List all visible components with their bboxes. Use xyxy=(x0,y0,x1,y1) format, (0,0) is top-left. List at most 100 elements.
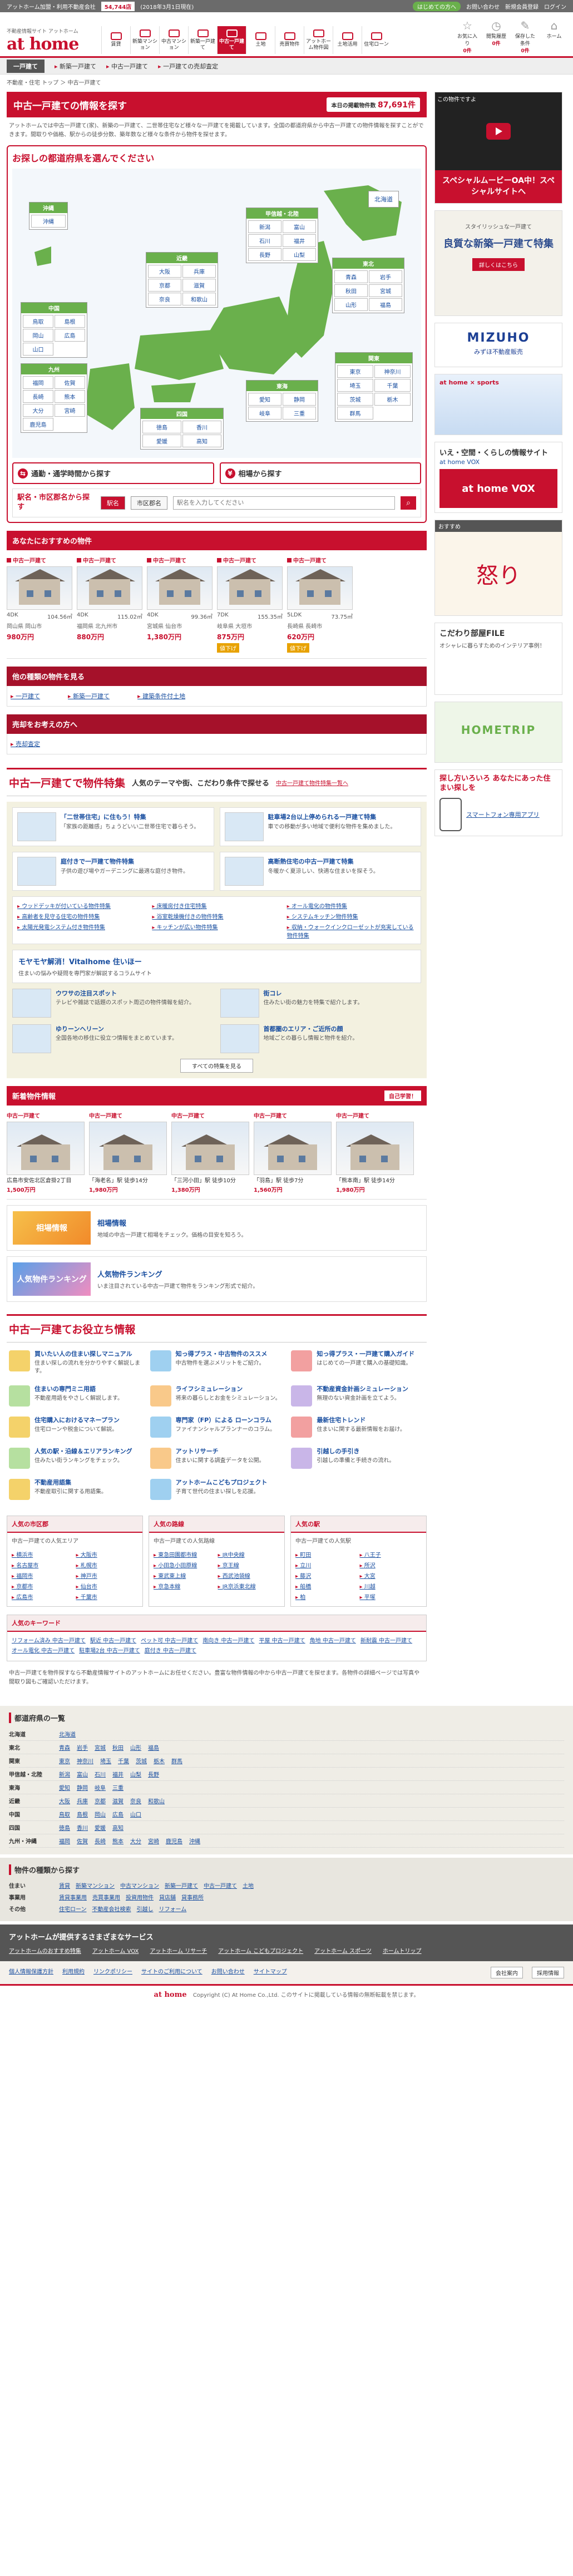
pref-button[interactable]: 東京 xyxy=(337,365,373,378)
pref-button[interactable]: 埼玉 xyxy=(337,379,373,392)
category-link-sell[interactable]: 一戸建ての売却査定 xyxy=(158,62,218,71)
property-photo[interactable] xyxy=(171,1121,249,1175)
pref-button[interactable]: 山形 xyxy=(334,298,368,311)
link-new-house[interactable]: 新築一戸建て xyxy=(68,692,110,700)
type-link[interactable]: 住宅ローン xyxy=(59,1904,87,1913)
feature-tag-0[interactable]: ウッドデッキが付いている物件特集 xyxy=(17,901,146,910)
pref-button[interactable]: 新潟 xyxy=(248,220,281,233)
header-box-2[interactable]: ✎ 保存した条件 0件 xyxy=(513,19,537,54)
pref-link[interactable]: 宮崎 xyxy=(148,1839,159,1845)
header-box-1[interactable]: ◷ 閲覧履歴 0件 xyxy=(484,19,508,54)
keyword-link[interactable]: 平屋 中古一戸建て xyxy=(259,1638,305,1644)
nav-item-0[interactable]: 賃貸 xyxy=(101,26,130,54)
pref-hokkaido[interactable]: 北海道 xyxy=(368,191,399,208)
video-card[interactable]: この物件ですよ スペシャルムービーOA中！スペシャルサイトへ xyxy=(434,92,562,204)
price-search-button[interactable]: ¥ 相場から探す xyxy=(219,462,421,484)
popular-link[interactable]: 大宮 xyxy=(360,1571,422,1580)
logo[interactable]: at home xyxy=(7,34,101,54)
recommend-card-0[interactable]: 中古一戸建て 4DK 104.56㎡ 岡山県 岡山市 980万円 xyxy=(7,556,72,653)
popular-link[interactable]: 京王線 xyxy=(218,1561,280,1569)
footer-link[interactable]: リンクポリシー xyxy=(93,1967,132,1978)
recommend-card-1[interactable]: 中古一戸建て 4DK 115.02㎡ 福岡県 北九州市 880万円 xyxy=(77,556,142,653)
feature-tag-7[interactable]: キッチンが広い物件特集 xyxy=(152,922,281,939)
keyword-link[interactable]: 角地 中古一戸建て xyxy=(310,1638,356,1644)
popular-link[interactable]: 船橋 xyxy=(295,1582,358,1590)
keyword-link[interactable]: 南向き 中古一戸建て xyxy=(202,1638,254,1644)
pref-button[interactable]: 石川 xyxy=(248,234,281,247)
feature-small-1[interactable]: 街コレ 住みたい街の魅力を特集で紹介します。 xyxy=(220,988,422,1018)
info-title[interactable]: 人気の駅・沿線＆エリアランキング xyxy=(34,1448,132,1455)
pref-link[interactable]: 秋田 xyxy=(112,1745,124,1751)
pref-button[interactable]: 愛知 xyxy=(248,393,281,406)
pref-link[interactable]: 広島 xyxy=(112,1812,124,1818)
service-link[interactable]: アットホーム スポーツ xyxy=(314,1946,372,1955)
info-item-6[interactable]: 住宅購入におけるマネープラン 住宅ローンや税金について解説。 xyxy=(9,1417,142,1438)
new-prop-card-1[interactable]: 中古一戸建て 「海老名」駅 徒歩14分 1,980万円 xyxy=(89,1111,167,1193)
category-link-used-house[interactable]: 中古一戸建て xyxy=(106,62,148,71)
pref-button[interactable]: 岡山 xyxy=(23,329,53,342)
pref-button[interactable]: 佐賀 xyxy=(55,376,85,389)
pref-link[interactable]: 愛媛 xyxy=(95,1825,106,1832)
type-link[interactable]: 土地 xyxy=(243,1881,254,1889)
popular-link[interactable]: 八王子 xyxy=(360,1550,422,1558)
pref-button[interactable]: 長崎 xyxy=(23,390,53,403)
popular-link[interactable]: 川越 xyxy=(360,1582,422,1590)
pref-button[interactable]: 福岡 xyxy=(23,376,53,389)
popular-link[interactable]: 町田 xyxy=(295,1550,358,1558)
pref-link[interactable]: 島根 xyxy=(77,1812,88,1818)
play-icon[interactable] xyxy=(486,123,511,140)
popular-link[interactable]: 仙台市 xyxy=(76,1582,139,1590)
type-link[interactable]: 投資用物件 xyxy=(126,1893,154,1901)
pref-link[interactable]: 石川 xyxy=(95,1772,106,1778)
service-link[interactable]: ホームトリップ xyxy=(383,1946,422,1955)
keyword-link[interactable]: 新耐震 中古一戸建て xyxy=(360,1638,412,1644)
type-link[interactable]: 中古一戸建て xyxy=(204,1881,237,1889)
keyword-link[interactable]: ペット可 中古一戸建て xyxy=(141,1638,198,1644)
pref-button[interactable]: 熊本 xyxy=(55,390,85,403)
info-title[interactable]: 住まいの専門ミニ用語 xyxy=(34,1385,123,1393)
new-prop-card-0[interactable]: 中古一戸建て 広島市安佐北区倉掛2丁目 1,500万円 xyxy=(7,1111,85,1193)
footer-link[interactable]: サイトのご利用について xyxy=(141,1967,202,1978)
pref-link[interactable]: 佐賀 xyxy=(77,1839,88,1845)
feature-small-2[interactable]: ゆりーンヘリーン 全国各地の移住に役立つ情報をまとめています。 xyxy=(12,1024,214,1053)
feature-small-3[interactable]: 首都圏のエリア・ご近所の顔 地域ごとの暮らし情報と物件を紹介。 xyxy=(220,1024,422,1053)
info-item-1[interactable]: 知っ得プラス・中古物件のススメ 中古物件を選ぶメリットをご紹介。 xyxy=(150,1350,284,1375)
popular-link[interactable]: 札幌市 xyxy=(76,1561,139,1569)
header-box-0[interactable]: ☆ お気に入り 0件 xyxy=(455,19,480,54)
commute-search-button[interactable]: ⇆ 通勤・通学時間から探す xyxy=(12,462,214,484)
nav-item-5[interactable]: 土地 xyxy=(246,26,275,54)
property-photo[interactable] xyxy=(7,1121,85,1175)
pref-link[interactable]: 青森 xyxy=(59,1745,70,1751)
property-photo[interactable] xyxy=(77,566,142,610)
pref-link[interactable]: 宮城 xyxy=(95,1745,106,1751)
pref-link[interactable]: 滋賀 xyxy=(112,1799,124,1805)
popular-link[interactable]: 広島市 xyxy=(12,1592,74,1601)
keyword-link[interactable]: オール電化 中古一戸建て xyxy=(12,1648,75,1654)
video-player[interactable]: この物件ですよ xyxy=(435,92,562,170)
info-item-4[interactable]: ライフシミュレーション 将来の暮らしとお金をシミュレーション。 xyxy=(150,1385,284,1407)
info-item-3[interactable]: 住まいの専門ミニ用語 不動産用語をやさしく解説します。 xyxy=(9,1385,142,1407)
info-item-7[interactable]: 専門家（FP）による ローンコラム ファイナンシャルプランナーのコラム。 xyxy=(150,1417,284,1438)
pref-button[interactable]: 高知 xyxy=(182,435,221,447)
popular-link[interactable]: 名古屋市 xyxy=(12,1561,74,1569)
feature-item-title[interactable]: 庭付きで一戸建て物件特集 xyxy=(61,857,189,866)
pref-button[interactable]: 徳島 xyxy=(142,421,181,433)
service-link[interactable]: アットホーム こどもプロジェクト xyxy=(218,1946,303,1955)
feature-tag-5[interactable]: システムキッチン物件特集 xyxy=(287,912,416,920)
pref-link[interactable]: 山梨 xyxy=(130,1772,141,1778)
pref-button[interactable]: 岐阜 xyxy=(248,407,281,420)
info-title[interactable]: 買いたい人の住まい探しマニュアル xyxy=(34,1350,142,1358)
pref-button[interactable]: 静岡 xyxy=(283,393,316,406)
nav-item-2[interactable]: 中古マンション xyxy=(159,26,188,54)
property-photo[interactable] xyxy=(254,1121,332,1175)
type-link[interactable]: リフォーム xyxy=(159,1904,187,1913)
pref-link[interactable]: 高知 xyxy=(112,1825,124,1832)
property-photo[interactable] xyxy=(217,566,283,610)
info-title[interactable]: 最新住宅トレンド xyxy=(317,1417,406,1424)
pref-button[interactable]: 富山 xyxy=(283,220,316,233)
feature-item-3[interactable]: 高断熱住宅の中古一戸建て特集 冬暖かく夏涼しい、快適な住まいを探そう。 xyxy=(219,851,421,891)
feature-all-button[interactable]: すべての特集を見る xyxy=(180,1058,253,1073)
pref-button[interactable]: 島根 xyxy=(55,315,85,328)
ad-sports[interactable]: at home × sports xyxy=(434,374,562,436)
footer-link[interactable]: 個人情報保護方針 xyxy=(9,1967,53,1978)
